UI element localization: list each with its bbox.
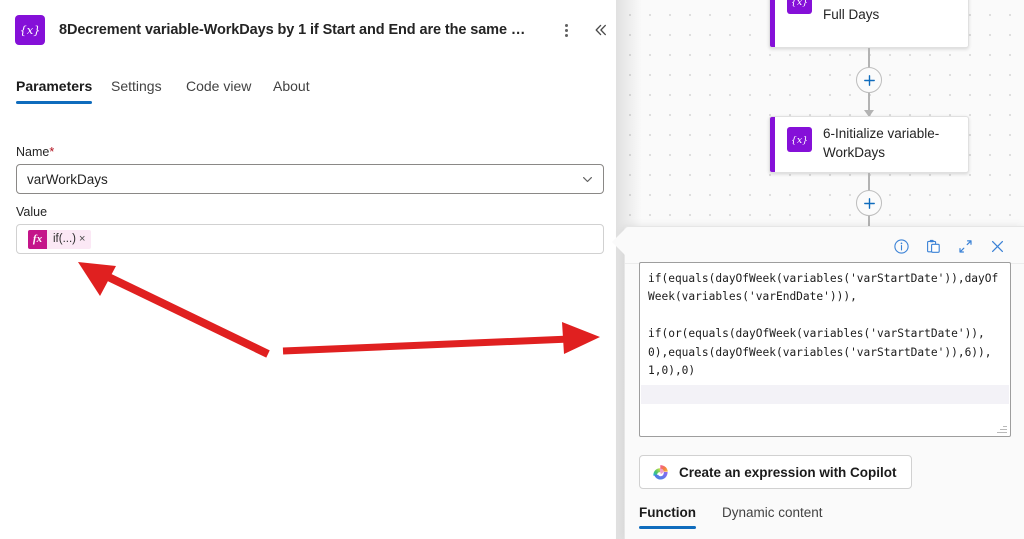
add-step-button[interactable] [856, 67, 882, 93]
more-options-button[interactable] [552, 16, 580, 44]
tab-dynamic-content[interactable]: Dynamic content [722, 505, 823, 529]
svg-text:{x}: {x} [21, 23, 39, 37]
create-expression-with-copilot-button[interactable]: Create an expression with Copilot [639, 455, 912, 489]
required-asterisk: * [49, 145, 55, 159]
add-step-button[interactable] [856, 190, 882, 216]
expand-icon[interactable] [952, 233, 978, 259]
flow-node-label: 6-Initialize variable-WorkDays [823, 126, 940, 160]
chevron-double-left-icon [595, 24, 606, 36]
variable-braces-icon: {x} [15, 15, 45, 45]
page-title: 8Decrement variable-WorkDays by 1 if Sta… [59, 22, 529, 38]
svg-text:{x}: {x} [792, 0, 807, 8]
name-field-label: Name* [16, 145, 54, 159]
name-input-value: varWorkDays [27, 171, 108, 187]
variable-braces-icon: {x} [787, 0, 812, 14]
flow-node-initialize-workdays[interactable]: {x} 6-Initialize variable-WorkDays [769, 116, 969, 173]
value-field-label: Value [16, 205, 48, 219]
clipboard-icon[interactable] [920, 233, 946, 259]
card-header: {x} 8Decrement variable-WorkDays by 1 if… [0, 0, 616, 60]
copilot-button-label: Create an expression with Copilot [679, 464, 897, 480]
svg-text:{x}: {x} [792, 135, 807, 146]
name-input[interactable]: varWorkDays [16, 164, 604, 194]
tab-parameters[interactable]: Parameters [16, 78, 93, 104]
name-label-text: Name [16, 145, 50, 159]
tab-function[interactable]: Function [639, 505, 696, 529]
flow-node-initialize-full-days[interactable]: {x} 5-Initialize variable-Full Days [769, 0, 969, 48]
copilot-icon [653, 464, 668, 479]
tab-settings[interactable]: Settings [111, 78, 162, 104]
ellipsis-vertical-icon [564, 23, 568, 37]
expression-toolbar [888, 233, 1010, 259]
value-input[interactable]: fx if(...) × [16, 224, 604, 254]
collapse-panel-button[interactable] [587, 16, 615, 44]
action-details-panel: {x} 8Decrement variable-WorkDays by 1 if… [0, 0, 616, 539]
panel-tabs: Parameters Settings Code view About [0, 78, 616, 118]
close-icon[interactable]: × [79, 233, 91, 245]
resize-grip[interactable] [997, 423, 1007, 433]
expression-token-chip[interactable]: fx if(...) × [28, 229, 92, 249]
tab-about[interactable]: About [273, 78, 310, 104]
plus-icon [863, 197, 875, 209]
expression-token-label: if(...) [53, 233, 76, 245]
expression-input[interactable]: if(equals(dayOfWeek(variables('varStartD… [639, 262, 1011, 437]
variable-braces-icon: {x} [787, 127, 812, 152]
fx-icon: fx [28, 229, 47, 249]
flow-node-label: 5-Initialize variable-Full Days [823, 0, 939, 22]
info-icon[interactable] [888, 233, 914, 259]
expression-editor-flyout: if(equals(dayOfWeek(variables('varStartD… [624, 226, 1024, 539]
plus-icon [863, 74, 875, 86]
chevron-down-icon[interactable] [581, 173, 603, 186]
close-icon[interactable] [984, 233, 1010, 259]
tab-code-view[interactable]: Code view [186, 78, 251, 104]
current-line-highlight [641, 385, 1009, 404]
expression-text: if(equals(dayOfWeek(variables('varStartD… [648, 272, 999, 378]
